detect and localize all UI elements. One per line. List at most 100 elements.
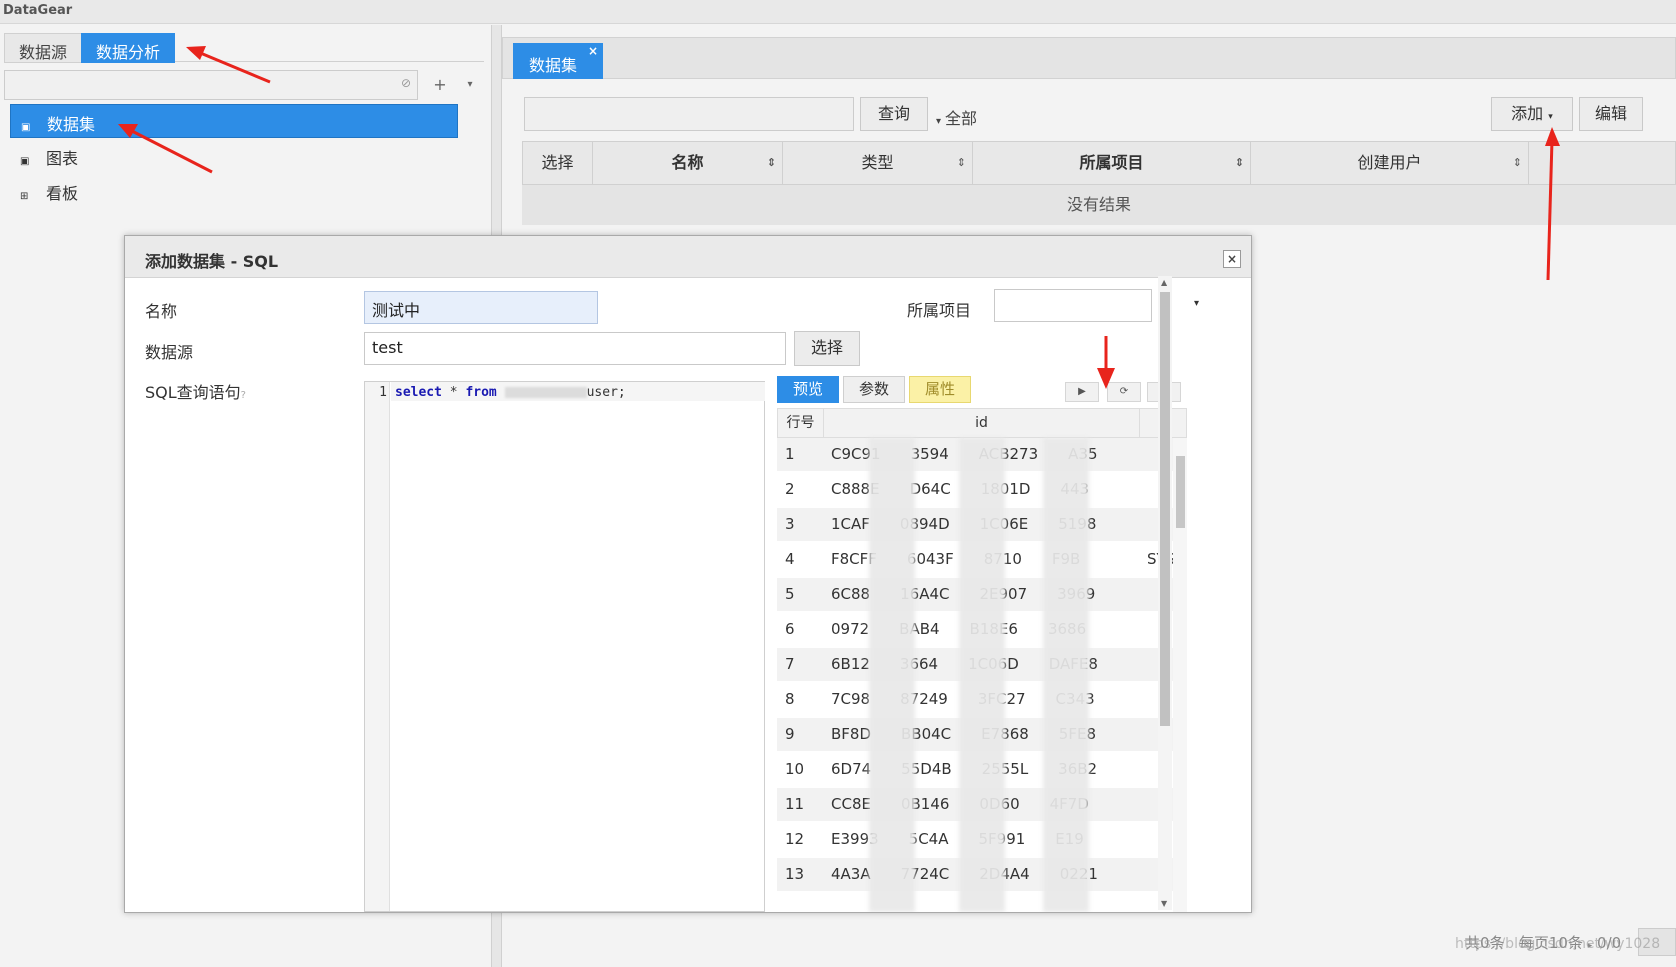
- tab-dataset-label: 数据集: [529, 56, 578, 75]
- name-label: 名称: [145, 302, 178, 321]
- editor-gutter: [365, 382, 390, 911]
- refresh-icon[interactable]: ⟳: [1107, 382, 1141, 402]
- sql-text: user;: [586, 385, 626, 400]
- col-header-rownum: 行号: [778, 409, 824, 437]
- caret-down-icon: ▾: [936, 116, 942, 127]
- help-icon[interactable]: ?: [241, 390, 246, 401]
- grid-empty-message: 没有结果: [522, 185, 1676, 225]
- filter-dropdown[interactable]: ▾ 全部: [936, 105, 977, 129]
- app-title: DataGear: [0, 0, 1676, 24]
- add-button[interactable]: 添加 ▾: [1491, 97, 1573, 131]
- preview-scrollbar[interactable]: [1173, 438, 1187, 912]
- sort-icon[interactable]: ⇕: [1513, 142, 1522, 184]
- tree-item-dashboard[interactable]: ⊞ 看板: [10, 174, 458, 208]
- row-number: 10: [785, 760, 805, 778]
- col-header-label: 所属项目: [1079, 153, 1144, 172]
- edit-button[interactable]: 编辑: [1579, 97, 1643, 131]
- scrollbar-thumb[interactable]: [1160, 292, 1170, 726]
- dialog-title: 添加数据集 - SQL: [125, 236, 1251, 278]
- caret-down-icon: ▾: [1548, 112, 1553, 122]
- project-field[interactable]: [994, 289, 1152, 322]
- col-header-type[interactable]: 类型 ⇕: [783, 142, 973, 184]
- sql-code[interactable]: select * from user;: [395, 385, 626, 400]
- col-header-label: 名称: [671, 153, 704, 172]
- sql-text: *: [441, 385, 466, 400]
- row-number: 1: [785, 445, 795, 463]
- chart-icon: ▣: [20, 156, 30, 167]
- sql-label-text: SQL查询语句: [145, 383, 241, 402]
- row-number: 3: [785, 515, 795, 533]
- row-number: 2: [785, 480, 795, 498]
- tree-item-dataset[interactable]: ▣ 数据集: [10, 104, 458, 138]
- watermark: https://blog.csdn.net/wy1028: [1455, 936, 1661, 952]
- query-button[interactable]: 查询: [860, 97, 928, 131]
- scrollbar-thumb[interactable]: [1176, 456, 1185, 528]
- filter-label: 全部: [945, 109, 978, 128]
- row-number: 11: [785, 795, 805, 813]
- tab-datasource[interactable]: 数据源: [4, 33, 83, 63]
- tree-item-label: 数据集: [47, 115, 96, 134]
- col-header-name[interactable]: 名称 ⇕: [593, 142, 783, 184]
- datasource-field[interactable]: test: [364, 332, 786, 365]
- add-button-label: 添加: [1511, 104, 1544, 123]
- left-tabbar: 数据源 数据分析: [4, 30, 484, 63]
- sql-keyword: from: [465, 385, 497, 400]
- tab-params[interactable]: 参数: [843, 376, 905, 403]
- tree-item-chart[interactable]: ▣ 图表: [10, 139, 458, 173]
- redacted-column: [1043, 438, 1089, 912]
- tree-item-label: 看板: [46, 184, 79, 203]
- col-header-project[interactable]: 所属项目 ⇕: [973, 142, 1251, 184]
- sort-icon[interactable]: ⇕: [767, 142, 776, 184]
- col-header-label: 类型: [861, 153, 894, 172]
- search-input[interactable]: [524, 97, 854, 131]
- chevron-down-icon[interactable]: ▾: [1194, 298, 1199, 309]
- row-number: 7: [785, 655, 795, 673]
- add-dataset-dialog: 添加数据集 - SQL × 名称 测试中 所属项目 ▾ 数据源 test 选择 …: [124, 235, 1252, 913]
- row-number: 9: [785, 725, 795, 743]
- main-tabbar: 数据集 ×: [502, 37, 1676, 79]
- dialog-scrollbar[interactable]: ▲ ▼: [1158, 276, 1172, 910]
- row-number: 4: [785, 550, 795, 568]
- row-number: 13: [785, 865, 805, 883]
- tab-data-analysis[interactable]: 数据分析: [81, 33, 176, 63]
- tab-preview[interactable]: 预览: [777, 376, 839, 403]
- name-field[interactable]: 测试中: [364, 291, 598, 324]
- run-icon[interactable]: ▶: [1065, 382, 1099, 402]
- redacted-text: [504, 387, 587, 398]
- sql-label: SQL查询语句?: [145, 379, 246, 403]
- row-number: 5: [785, 585, 795, 603]
- add-icon[interactable]: +: [426, 71, 454, 99]
- select-datasource-button[interactable]: 选择: [794, 331, 860, 366]
- redacted-column: [959, 438, 1005, 912]
- col-header-creator[interactable]: 创建用户 ⇕: [1251, 142, 1529, 184]
- project-label: 所属项目: [907, 301, 972, 320]
- tree-search-input[interactable]: ⊘: [4, 70, 418, 100]
- col-header-id: id: [824, 409, 1140, 437]
- datasource-label: 数据源: [145, 343, 194, 362]
- scroll-down-icon[interactable]: ▼: [1161, 899, 1167, 908]
- tab-properties[interactable]: 属性: [909, 376, 971, 403]
- line-number: 1: [379, 385, 387, 400]
- dashboard-icon: ⊞: [20, 191, 29, 202]
- clear-icon[interactable]: ⊘: [401, 76, 411, 90]
- scroll-up-icon[interactable]: ▲: [1161, 278, 1167, 287]
- sql-editor[interactable]: 1 select * from user;: [364, 381, 765, 912]
- tree-item-label: 图表: [46, 149, 79, 168]
- sql-keyword: select: [395, 385, 442, 400]
- row-number: 6: [785, 620, 795, 638]
- preview-grid: 行号 id 1C9C91 3594 ACB273 A352C888E D64C …: [777, 408, 1187, 912]
- close-icon[interactable]: ×: [1223, 250, 1241, 268]
- close-icon[interactable]: ×: [588, 44, 598, 58]
- redacted-column: [869, 438, 915, 912]
- tab-dataset[interactable]: 数据集 ×: [513, 43, 603, 79]
- row-number: 8: [785, 690, 795, 708]
- sort-icon[interactable]: ⇕: [1235, 142, 1244, 184]
- col-header-label: 创建用户: [1357, 153, 1422, 172]
- grid-header: 选择 名称 ⇕ 类型 ⇕ 所属项目 ⇕ 创建用户 ⇕: [522, 141, 1676, 185]
- sort-icon[interactable]: ⇕: [957, 142, 966, 184]
- chevron-down-icon[interactable]: ▾: [456, 71, 484, 99]
- dataset-icon: ▣: [21, 122, 31, 133]
- col-header-select: 选择: [523, 142, 593, 184]
- row-number: 12: [785, 830, 805, 848]
- preview-grid-header: 行号 id: [777, 408, 1187, 438]
